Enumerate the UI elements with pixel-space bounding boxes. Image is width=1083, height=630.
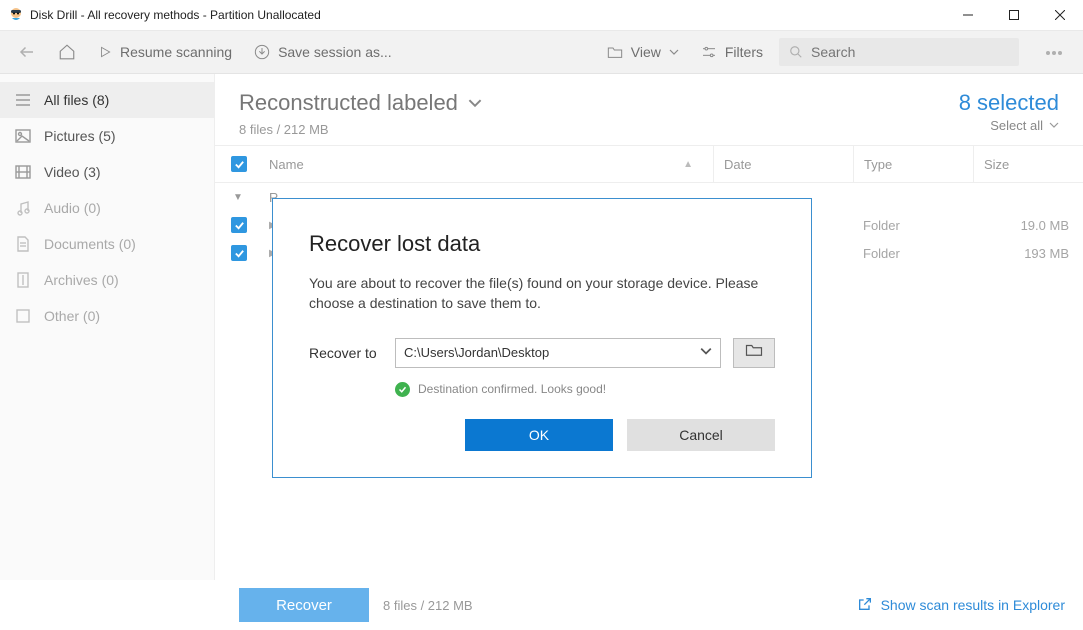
view-label: View bbox=[631, 44, 661, 60]
more-icon bbox=[1045, 43, 1063, 61]
column-size[interactable]: Size bbox=[973, 146, 1083, 182]
column-type[interactable]: Type bbox=[853, 146, 973, 182]
save-label: Save session as... bbox=[278, 44, 392, 60]
minimize-button[interactable] bbox=[945, 0, 991, 30]
chevron-down-icon bbox=[1049, 118, 1059, 133]
destination-value: C:\Users\Jordan\Desktop bbox=[404, 345, 549, 360]
ok-button[interactable]: OK bbox=[465, 419, 613, 451]
download-icon bbox=[254, 44, 270, 60]
select-all-checkbox[interactable] bbox=[231, 156, 247, 172]
column-name[interactable]: Name ▲ bbox=[263, 157, 713, 172]
sidebar-item-label: Documents (0) bbox=[44, 236, 136, 252]
footer-summary: 8 files / 212 MB bbox=[383, 598, 473, 613]
sidebar-item-archives[interactable]: Archives (0) bbox=[0, 262, 214, 298]
resume-label: Resume scanning bbox=[120, 44, 232, 60]
search-box[interactable] bbox=[779, 38, 1019, 66]
toolbar: Resume scanning Save session as... View … bbox=[0, 30, 1083, 74]
arrow-left-icon bbox=[18, 43, 36, 61]
sidebar-item-label: Video (3) bbox=[44, 164, 101, 180]
image-icon bbox=[14, 129, 32, 143]
table-header: Name ▲ Date Type Size bbox=[215, 145, 1083, 183]
resume-scanning-button[interactable]: Resume scanning bbox=[92, 40, 238, 64]
back-button[interactable] bbox=[12, 39, 42, 65]
footer: Recover 8 files / 212 MB Show scan resul… bbox=[0, 580, 1083, 630]
select-all-dropdown[interactable]: Select all bbox=[959, 118, 1059, 133]
chevron-down-icon bbox=[669, 47, 679, 57]
recover-to-label: Recover to bbox=[309, 345, 383, 361]
dialog-text: You are about to recover the file(s) fou… bbox=[309, 273, 775, 314]
titlebar: Disk Drill - All recovery methods - Part… bbox=[0, 0, 1083, 30]
sidebar-item-label: Other (0) bbox=[44, 308, 100, 324]
row-checkbox[interactable] bbox=[231, 245, 247, 261]
show-in-explorer-link[interactable]: Show scan results in Explorer bbox=[857, 596, 1065, 615]
document-icon bbox=[14, 236, 32, 252]
chevron-down-icon bbox=[700, 345, 712, 360]
sidebar-item-pictures[interactable]: Pictures (5) bbox=[0, 118, 214, 154]
sidebar-item-other[interactable]: Other (0) bbox=[0, 298, 214, 334]
sidebar-item-label: All files (8) bbox=[44, 92, 109, 108]
sidebar-item-label: Pictures (5) bbox=[44, 128, 116, 144]
row-checkbox[interactable] bbox=[231, 217, 247, 233]
filters-label: Filters bbox=[725, 44, 763, 60]
save-session-button[interactable]: Save session as... bbox=[248, 40, 398, 64]
dialog-title: Recover lost data bbox=[309, 231, 775, 257]
recover-dialog: Recover lost data You are about to recov… bbox=[272, 198, 812, 478]
filters-button[interactable]: Filters bbox=[695, 40, 769, 64]
cancel-button[interactable]: Cancel bbox=[627, 419, 775, 451]
play-icon bbox=[98, 45, 112, 59]
browse-button[interactable] bbox=[733, 338, 775, 368]
view-subtitle: 8 files / 212 MB bbox=[239, 122, 482, 137]
recover-button[interactable]: Recover bbox=[239, 588, 369, 622]
window-title: Disk Drill - All recovery methods - Part… bbox=[30, 8, 321, 22]
sidebar-item-documents[interactable]: Documents (0) bbox=[0, 226, 214, 262]
check-circle-icon bbox=[395, 382, 410, 397]
sidebar-item-all-files[interactable]: All files (8) bbox=[0, 82, 214, 118]
archive-icon bbox=[14, 272, 32, 288]
more-button[interactable] bbox=[1037, 38, 1071, 66]
destination-select[interactable]: C:\Users\Jordan\Desktop bbox=[395, 338, 721, 368]
sidebar-item-audio[interactable]: Audio (0) bbox=[0, 190, 214, 226]
selected-count: 8 selected bbox=[959, 90, 1059, 116]
sidebar-item-video[interactable]: Video (3) bbox=[0, 154, 214, 190]
view-dropdown[interactable]: View bbox=[601, 40, 685, 64]
column-date[interactable]: Date bbox=[713, 146, 853, 182]
film-icon bbox=[14, 165, 32, 179]
view-title: Reconstructed labeled bbox=[239, 90, 458, 116]
select-all-label: Select all bbox=[990, 118, 1043, 133]
sliders-icon bbox=[701, 45, 717, 59]
chevron-down-icon bbox=[468, 90, 482, 116]
sidebar-item-label: Audio (0) bbox=[44, 200, 101, 216]
home-button[interactable] bbox=[52, 39, 82, 65]
folder-icon bbox=[745, 343, 763, 362]
music-icon bbox=[14, 200, 32, 216]
square-icon bbox=[14, 309, 32, 323]
open-external-icon bbox=[857, 596, 873, 615]
close-button[interactable] bbox=[1037, 0, 1083, 30]
folder-icon bbox=[607, 45, 623, 59]
sidebar: All files (8) Pictures (5) Video (3) Aud… bbox=[0, 74, 215, 580]
list-icon bbox=[14, 93, 32, 107]
sort-asc-icon: ▲ bbox=[683, 159, 693, 170]
search-icon bbox=[789, 45, 803, 59]
app-logo-icon bbox=[8, 7, 24, 23]
search-input[interactable] bbox=[811, 44, 1009, 60]
triangle-down-icon: ▼ bbox=[233, 192, 243, 203]
sidebar-item-label: Archives (0) bbox=[44, 272, 119, 288]
view-title-dropdown[interactable]: Reconstructed labeled bbox=[239, 90, 482, 116]
maximize-button[interactable] bbox=[991, 0, 1037, 30]
home-icon bbox=[58, 43, 76, 61]
confirm-text: Destination confirmed. Looks good! bbox=[418, 382, 606, 396]
